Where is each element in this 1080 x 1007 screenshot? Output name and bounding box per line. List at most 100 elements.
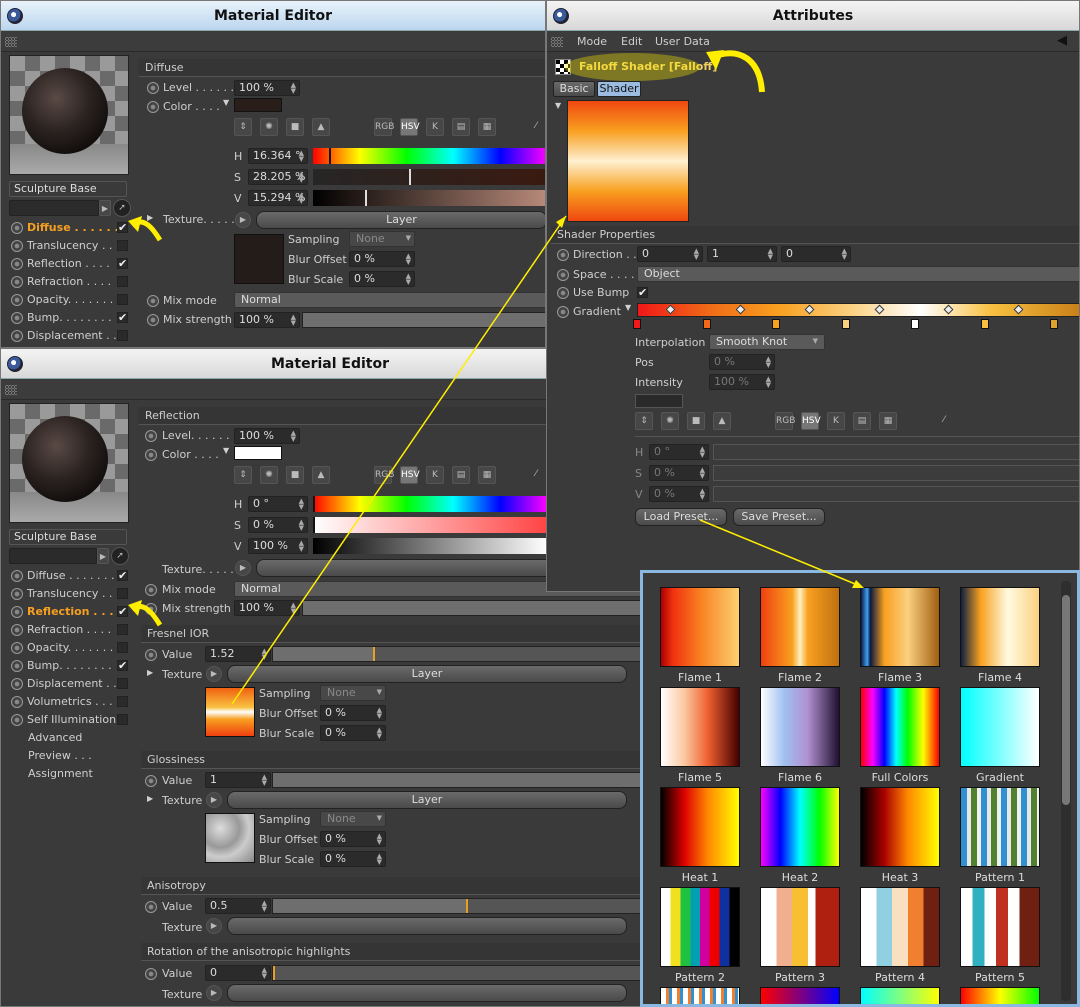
- gradient-knot[interactable]: [1050, 319, 1058, 329]
- arrow-right-icon[interactable]: ▶: [97, 548, 109, 564]
- channel-checkbox[interactable]: ✔: [117, 312, 128, 323]
- gloss-layer-button[interactable]: Layer: [227, 791, 627, 809]
- gradient-knot[interactable]: [633, 319, 641, 329]
- direction-y-field[interactable]: 1 ▲ ▼: [707, 246, 777, 262]
- space-radio[interactable]: [557, 269, 569, 281]
- preset-swatch-partial[interactable]: [960, 987, 1040, 1004]
- color-swatch[interactable]: [234, 446, 282, 460]
- preset-item[interactable]: Heat 2: [760, 787, 840, 884]
- channel-item[interactable]: Volumetrics . . .: [9, 694, 129, 710]
- preset-swatch[interactable]: [760, 587, 840, 667]
- tab-shader[interactable]: Shader: [597, 81, 641, 97]
- texture-menu-icon[interactable]: ▶: [235, 212, 251, 228]
- channel-radio[interactable]: [11, 294, 23, 306]
- preset-swatch[interactable]: [660, 687, 740, 767]
- preset-item[interactable]: Pattern 5: [960, 887, 1040, 984]
- sampling-dropdown[interactable]: None ▼: [349, 231, 415, 247]
- material-search-field[interactable]: [9, 548, 97, 564]
- color-mode-tab[interactable]: RGB: [374, 118, 394, 136]
- blur-offset-field[interactable]: 0 % ▲ ▼: [320, 831, 386, 847]
- color-swatch[interactable]: [234, 98, 282, 112]
- preset-swatch[interactable]: [660, 887, 740, 967]
- preset-swatch[interactable]: [960, 787, 1040, 867]
- v-field[interactable]: 15.294 % ▲ ▼: [248, 190, 308, 206]
- load-preset-button[interactable]: Load Preset...: [635, 508, 727, 526]
- scrollbar[interactable]: [1061, 581, 1071, 1001]
- mix-mode-radio[interactable]: [145, 584, 157, 596]
- eyedropper-icon[interactable]: ⁄: [935, 412, 953, 430]
- material-name-field[interactable]: Sculpture Base: [9, 181, 127, 197]
- eyedropper-icon[interactable]: ⁄: [527, 118, 545, 136]
- channel-item[interactable]: Translucency . .: [9, 238, 129, 254]
- material-name-field[interactable]: Sculpture Base: [9, 529, 127, 545]
- preset-swatch-partial[interactable]: [660, 987, 740, 1004]
- interpolation-dropdown[interactable]: Smooth Knot ▼: [709, 334, 825, 350]
- chevron-down-icon[interactable]: ▼: [223, 446, 229, 455]
- preset-item[interactable]: Gradient: [960, 687, 1040, 784]
- title-bar[interactable]: Material Editor: [1, 1, 545, 31]
- saturation-slider[interactable]: [713, 465, 1079, 481]
- level-field[interactable]: 100 % ▲ ▼: [234, 80, 300, 96]
- channel-item[interactable]: Refraction . . . .: [9, 622, 129, 638]
- value-slider[interactable]: [313, 538, 547, 554]
- arrow-right-icon[interactable]: ▶: [99, 200, 111, 216]
- preset-item[interactable]: Flame 1: [660, 587, 740, 684]
- channel-checkbox[interactable]: [117, 714, 128, 725]
- preset-item[interactable]: Pattern 1: [960, 787, 1040, 884]
- fresnel-value-field[interactable]: 1.52 ▲ ▼: [205, 646, 271, 662]
- gradient-knot[interactable]: [841, 319, 850, 329]
- channel-checkbox[interactable]: ✔: [117, 258, 128, 269]
- channel-item[interactable]: Displacement . .: [9, 676, 129, 692]
- knot-color-swatch[interactable]: [635, 394, 683, 408]
- s-field[interactable]: 28.205 % ▲ ▼: [248, 169, 308, 185]
- channel-item[interactable]: Displacement . .: [9, 328, 129, 344]
- spectrum-icon[interactable]: ✺: [260, 466, 278, 484]
- rotation-texture-button[interactable]: [227, 984, 627, 1002]
- preset-item[interactable]: Pattern 3: [760, 887, 840, 984]
- sampling-dropdown[interactable]: None ▼: [320, 685, 386, 701]
- channel-item[interactable]: Self Illumination: [9, 712, 129, 728]
- channel-radio[interactable]: [11, 588, 23, 600]
- texture-menu-icon[interactable]: ▶: [206, 666, 222, 682]
- color-mode-tab[interactable]: K: [426, 118, 444, 136]
- channel-item[interactable]: Diffuse . . . . . . . . ✔: [9, 568, 129, 584]
- h-field[interactable]: 0 ° ▲ ▼: [649, 444, 709, 460]
- preset-item[interactable]: Flame 3: [860, 587, 940, 684]
- channel-item[interactable]: Opacity. . . . . . .: [9, 640, 129, 656]
- mix-strength-slider[interactable]: [302, 312, 545, 328]
- picker-icon[interactable]: ⇕: [635, 412, 653, 430]
- title-bar[interactable]: Attributes: [547, 1, 1079, 31]
- menu-edit[interactable]: Edit: [621, 35, 642, 48]
- channel-checkbox[interactable]: [117, 330, 128, 341]
- texture-layer-button[interactable]: Layer: [256, 211, 545, 229]
- preset-swatch[interactable]: [860, 587, 940, 667]
- blur-scale-field[interactable]: 0 % ▲ ▼: [320, 851, 386, 867]
- gradient-icon[interactable]: ■: [687, 412, 705, 430]
- pick-cursor-icon[interactable]: ➚: [113, 199, 131, 217]
- gradient-knot[interactable]: [911, 319, 919, 329]
- v-field[interactable]: 0 % ▲ ▼: [649, 486, 709, 502]
- value-slider[interactable]: [313, 190, 545, 206]
- channel-radio[interactable]: [11, 222, 23, 234]
- value-slider[interactable]: [713, 486, 1079, 502]
- preset-swatch-partial[interactable]: [760, 987, 840, 1004]
- aniso-value-radio[interactable]: [145, 901, 157, 913]
- color-mode-tab[interactable]: HSV: [400, 466, 420, 484]
- hue-slider[interactable]: [313, 148, 545, 164]
- channel-radio[interactable]: [11, 678, 23, 690]
- blur-scale-field[interactable]: 0 % ▲ ▼: [320, 725, 386, 741]
- collapse-arrow-icon[interactable]: ▼: [555, 101, 561, 110]
- save-preset-button[interactable]: Save Preset...: [733, 508, 825, 526]
- color-mode-tab[interactable]: RGB: [374, 466, 394, 484]
- channel-item[interactable]: Opacity. . . . . . .: [9, 292, 129, 308]
- intensity-field[interactable]: 100 % ▲ ▼: [709, 374, 775, 390]
- preset-swatch[interactable]: [660, 587, 740, 667]
- texture-preview[interactable]: [234, 234, 284, 284]
- channel-checkbox[interactable]: ✔: [117, 606, 128, 617]
- channel-item[interactable]: Bump. . . . . . . . ✔: [9, 310, 129, 326]
- channel-radio[interactable]: [11, 660, 23, 672]
- blur-offset-field[interactable]: 0 % ▲ ▼: [320, 705, 386, 721]
- preset-swatch[interactable]: [960, 687, 1040, 767]
- channel-radio[interactable]: [11, 240, 23, 252]
- preset-swatch[interactable]: [960, 887, 1040, 967]
